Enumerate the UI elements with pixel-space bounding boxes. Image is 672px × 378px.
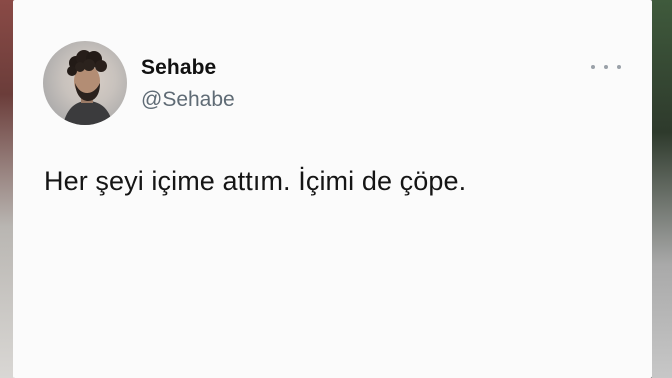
dot-icon [604, 65, 608, 69]
author-handle[interactable]: @Sehabe [141, 88, 235, 112]
background-left-edge [0, 0, 14, 378]
more-options-icon[interactable] [591, 58, 621, 76]
profile-photo [63, 50, 113, 125]
dot-icon [617, 65, 621, 69]
tweet-card: Sehabe @Sehabe Her şeyi içime attım. İçi… [13, 0, 652, 378]
author-name[interactable]: Sehabe [141, 56, 216, 80]
tweet-text: Her şeyi içime attım. İçimi de çöpe. [44, 166, 467, 196]
background-right-edge [652, 0, 672, 378]
avatar[interactable] [43, 41, 127, 125]
dot-icon [591, 65, 595, 69]
